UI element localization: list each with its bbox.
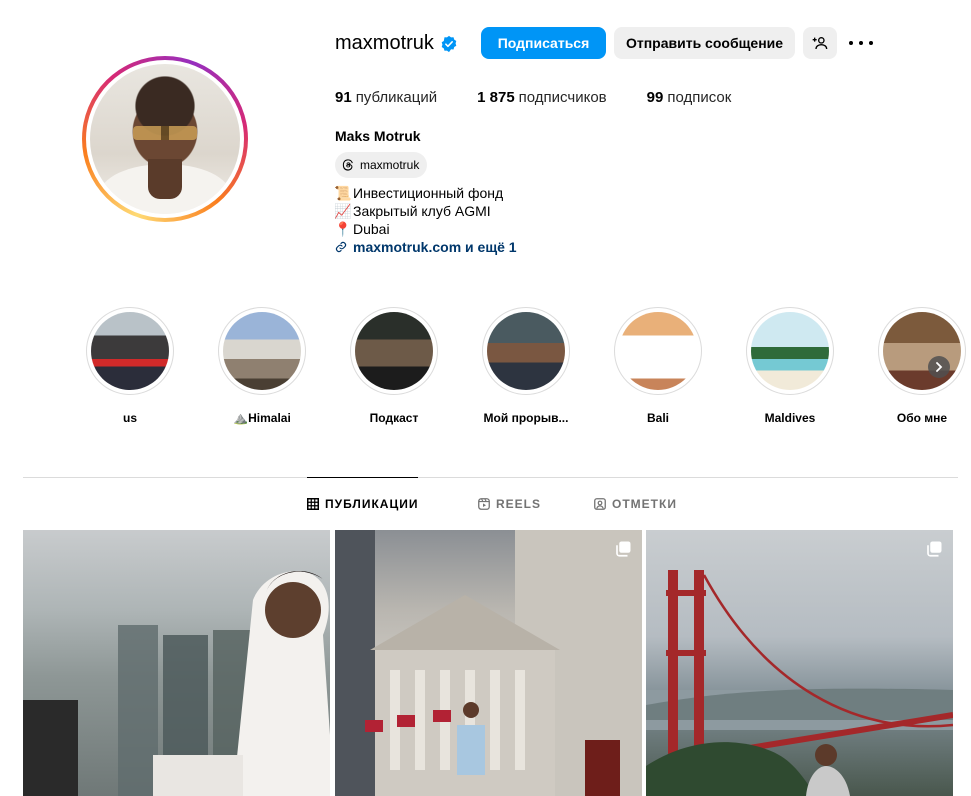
posts-count: 91 bbox=[335, 89, 352, 106]
highlight-label: Bali bbox=[646, 411, 669, 425]
highlight-cover bbox=[883, 312, 961, 390]
active-tab-indicator bbox=[307, 477, 418, 478]
more-options-icon[interactable] bbox=[849, 36, 873, 50]
highlight-ring bbox=[746, 307, 834, 395]
highlight-ring bbox=[482, 307, 570, 395]
tab-posts-label: ПУБЛИКАЦИИ bbox=[325, 497, 419, 511]
highlight-item[interactable]: Bali bbox=[592, 307, 724, 425]
highlight-label: Maldives bbox=[764, 411, 816, 425]
following-label: подписок bbox=[667, 89, 732, 106]
highlight-cover bbox=[487, 312, 565, 390]
highlight-label: Подкаст bbox=[369, 411, 419, 425]
chevron-right-icon bbox=[936, 362, 943, 372]
highlight-label: Обо мне bbox=[896, 411, 948, 425]
followers-stat[interactable]: 1 875 подписчиков bbox=[477, 89, 607, 106]
bio-text: Dubai bbox=[353, 221, 390, 237]
add-user-button[interactable] bbox=[803, 27, 837, 59]
highlight-label: ⛰️Himalai bbox=[233, 411, 291, 425]
highlight-item[interactable]: Maldives bbox=[724, 307, 856, 425]
tab-posts[interactable]: ПУБЛИКАЦИИ bbox=[307, 497, 418, 511]
grid-icon bbox=[307, 498, 319, 510]
link-icon bbox=[335, 241, 347, 253]
carousel-icon bbox=[927, 541, 942, 557]
threads-handle: maxmotruk bbox=[360, 158, 420, 172]
profile-bio: 📜 Инвестиционный фонд 📈 Закрытый клуб AG… bbox=[334, 184, 517, 256]
profile-stats: 91 публикаций 1 875 подписчиков 99 подписок bbox=[335, 89, 771, 106]
threads-icon bbox=[342, 159, 353, 171]
avatar-neck bbox=[148, 159, 182, 199]
highlight-item[interactable]: Подкаст bbox=[328, 307, 460, 425]
profile-avatar[interactable] bbox=[82, 56, 248, 222]
highlight-item[interactable]: ⛰️Himalai bbox=[196, 307, 328, 425]
highlight-label: us bbox=[122, 411, 137, 425]
post-image bbox=[335, 530, 642, 796]
highlight-ring bbox=[218, 307, 306, 395]
add-user-icon bbox=[812, 37, 828, 50]
highlight-ring bbox=[86, 307, 174, 395]
highlight-cover bbox=[619, 312, 697, 390]
profile-username-row: maxmotruk bbox=[335, 32, 458, 55]
more-dot bbox=[849, 41, 853, 45]
scroll-emoji-icon: 📜 bbox=[334, 185, 352, 201]
highlight-cover bbox=[223, 312, 301, 390]
reels-icon bbox=[478, 498, 490, 510]
highlight-ring bbox=[878, 307, 966, 395]
highlight-ring bbox=[350, 307, 438, 395]
highlight-item[interactable]: Мой прорыв... bbox=[460, 307, 592, 425]
profile-link-text: maxmotruk.com и ещё 1 bbox=[353, 239, 517, 255]
carousel-icon bbox=[616, 541, 631, 557]
tab-reels[interactable]: REELS bbox=[478, 497, 541, 511]
profile-full-name: Maks Motruk bbox=[335, 128, 421, 144]
tab-tagged[interactable]: ОТМЕТКИ bbox=[594, 497, 677, 511]
followers-count: 1 875 bbox=[477, 89, 515, 106]
followers-label: подписчиков bbox=[518, 89, 607, 106]
highlight-cover bbox=[355, 312, 433, 390]
profile-link[interactable]: maxmotruk.com и ещё 1 bbox=[335, 238, 517, 256]
profile-username: maxmotruk bbox=[335, 32, 434, 54]
bio-line: 📍 Dubai bbox=[334, 220, 517, 238]
bio-text: Инвестиционный фонд bbox=[353, 185, 504, 201]
post-thumbnail[interactable] bbox=[335, 530, 642, 796]
avatar-border bbox=[86, 60, 244, 218]
highlights-next-button[interactable] bbox=[928, 356, 950, 378]
post-thumbnail[interactable] bbox=[646, 530, 953, 796]
bio-text: Закрытый клуб AGMI bbox=[353, 203, 491, 219]
threads-badge[interactable]: maxmotruk bbox=[335, 152, 428, 178]
following-stat[interactable]: 99 подписок bbox=[647, 89, 732, 106]
send-message-button[interactable]: Отправить сообщение bbox=[614, 27, 795, 59]
story-highlights: us ⛰️Himalai Подкаст Мой прорыв... Bali … bbox=[64, 307, 971, 425]
bio-line: 📜 Инвестиционный фонд bbox=[334, 184, 517, 202]
follow-button[interactable]: Подписаться bbox=[481, 27, 606, 59]
highlight-item[interactable]: Обо мне bbox=[856, 307, 971, 425]
tab-tagged-label: ОТМЕТКИ bbox=[612, 497, 677, 511]
pin-emoji-icon: 📍 bbox=[334, 221, 352, 237]
highlight-cover bbox=[751, 312, 829, 390]
verified-badge-icon bbox=[441, 35, 457, 52]
chart-emoji-icon: 📈 bbox=[334, 203, 352, 219]
post-image bbox=[646, 570, 953, 796]
avatar-image bbox=[90, 64, 240, 214]
following-count: 99 bbox=[646, 89, 664, 106]
post-image bbox=[23, 570, 330, 796]
post-thumbnail[interactable] bbox=[23, 530, 330, 796]
bio-line: 📈 Закрытый клуб AGMI bbox=[334, 202, 517, 220]
highlight-cover bbox=[91, 312, 169, 390]
tab-reels-label: REELS bbox=[496, 497, 542, 511]
more-dot bbox=[859, 41, 863, 45]
avatar-glasses bbox=[133, 126, 197, 140]
highlight-label: Мой прорыв... bbox=[483, 411, 569, 425]
highlight-ring bbox=[614, 307, 702, 395]
posts-stat: 91 публикаций bbox=[335, 89, 437, 106]
more-dot bbox=[869, 41, 873, 45]
tagged-icon bbox=[594, 498, 606, 510]
tabs-divider bbox=[23, 477, 958, 478]
highlight-item[interactable]: us bbox=[64, 307, 196, 425]
posts-label: публикаций bbox=[355, 89, 438, 106]
